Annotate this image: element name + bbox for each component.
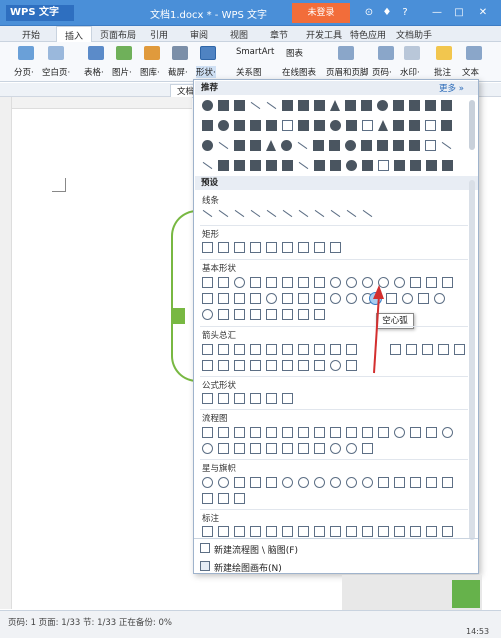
online-chart-button[interactable]: 在线图表 [282, 66, 316, 78]
bracket-stub [171, 308, 185, 324]
screenshot-icon [172, 46, 188, 60]
skin-icon[interactable]: ⊙ [362, 6, 376, 20]
category-callouts: 标注 [202, 514, 220, 524]
basic-shapes-row-2[interactable] [202, 293, 378, 305]
category-stars-banners: 星与旗帜 [202, 464, 237, 474]
tab-sections[interactable]: 章节 [270, 28, 288, 41]
canvas-icon [200, 561, 210, 571]
tab-dev-tools[interactable]: 开发工具 [306, 28, 342, 41]
textbox-button[interactable]: 文本 [462, 66, 479, 78]
category-flowchart: 流程图 [202, 414, 228, 424]
category-rectangles: 矩形 [202, 230, 220, 240]
document-title: 文档1.docx * - WPS 文字 [150, 10, 268, 21]
picture-button[interactable]: 图片· [112, 66, 132, 78]
category-arrows: 箭头总汇 [202, 331, 237, 341]
arrows-row-1[interactable] [202, 344, 362, 356]
document-page[interactable] [14, 110, 194, 610]
flowchart-row-2[interactable] [202, 443, 378, 455]
recommend-row-3[interactable] [202, 140, 457, 152]
chart-button[interactable]: 图表 [286, 47, 303, 59]
recommend-row-1[interactable] [202, 100, 457, 112]
shapes-button[interactable]: 形状· [196, 66, 216, 78]
tab-review[interactable]: 审阅 [190, 28, 208, 41]
header-footer-icon [338, 46, 354, 60]
rectangles-row[interactable] [202, 242, 346, 254]
recommend-scrollbar[interactable] [469, 100, 475, 150]
annotation-arrow [373, 285, 384, 374]
maximize-button[interactable]: □ [452, 6, 466, 20]
arrows-row-2[interactable] [202, 360, 362, 372]
status-bar: 页码: 1 页面: 1/33 节: 1/33 正在备份: 0% 14:53 [0, 610, 501, 638]
flowchart-icon [200, 543, 210, 553]
minimize-button[interactable]: — [430, 6, 444, 20]
header-footer-button[interactable]: 页眉和页脚 [326, 66, 369, 78]
basic-shapes-row-2b[interactable] [386, 293, 450, 305]
basic-shapes-row-1[interactable] [202, 277, 458, 289]
ribbon: 分页· 空白页· 表格· 图片· 图库· 截屏· 形状· SmartArt 图表… [0, 42, 501, 82]
recommend-row-4[interactable] [202, 160, 458, 172]
app-logo[interactable]: WPS 文字 [6, 5, 74, 21]
tab-features[interactable]: 特色应用 [350, 28, 386, 41]
settings-icon[interactable]: ♦ [380, 6, 394, 20]
close-button[interactable]: ✕ [476, 6, 490, 20]
tab-start[interactable]: 开始 [22, 28, 40, 41]
category-lines: 线条 [202, 196, 220, 206]
blank-page-icon [48, 46, 64, 60]
flowchart-row-1[interactable] [202, 427, 458, 439]
login-button[interactable]: 未登录 [292, 3, 350, 23]
stars-row-2[interactable] [202, 493, 250, 505]
tab-view[interactable]: 视图 [230, 28, 248, 41]
tab-page-layout[interactable]: 页面布局 [100, 28, 136, 41]
green-taskbar-icon[interactable] [452, 580, 480, 608]
basic-shapes-row-3[interactable] [202, 309, 330, 321]
new-canvas-item[interactable]: 新建绘图画布(N) [214, 561, 282, 574]
page-number-icon [378, 46, 394, 60]
page-break-icon [18, 46, 34, 60]
title-bar: WPS 文字 文档1.docx * - WPS 文字 未登录 ⊙ ♦ ? — □… [0, 0, 501, 26]
category-basic-shapes: 基本形状 [202, 264, 237, 274]
tab-references[interactable]: 引用 [150, 28, 168, 41]
callouts-row[interactable] [202, 526, 458, 538]
textbox-icon [466, 46, 482, 60]
more-link[interactable]: 更多 » [439, 82, 464, 94]
gallery-button[interactable]: 图库· [140, 66, 160, 78]
recommend-row-2[interactable] [202, 120, 457, 132]
new-flowchart-item[interactable]: 新建流程图 \ 脑图(F) [214, 543, 298, 556]
preset-scrollbar[interactable] [469, 180, 475, 540]
category-equation-shapes: 公式形状 [202, 381, 237, 391]
preset-header: 预设 [195, 176, 478, 190]
vertical-ruler [0, 97, 12, 609]
tab-insert[interactable]: 插入 [56, 26, 93, 43]
smartart-button[interactable]: SmartArt [236, 47, 274, 57]
picture-icon [116, 46, 132, 60]
table-icon [88, 46, 104, 60]
help-icon[interactable]: ? [398, 6, 412, 20]
page-break-button[interactable]: 分页· [14, 66, 34, 78]
shapes-panel: 推荐 更多 » 预设 线条 矩形 基本形状 空心弧 箭头总汇 公式形状 流程图 … [193, 79, 479, 574]
watermark-icon [404, 46, 420, 60]
gallery-icon [144, 46, 160, 60]
watermark-button[interactable]: 水印· [400, 66, 420, 78]
equation-shapes-row[interactable] [202, 393, 298, 405]
arrows-row-1b[interactable] [390, 344, 470, 356]
relation-chart-button[interactable]: 关系图 [236, 66, 262, 78]
menu-bar: 开始 插入 页面布局 引用 审阅 视图 章节 开发工具 特色应用 文档助手 [0, 26, 501, 43]
page-number-button[interactable]: 页码· [372, 66, 392, 78]
screenshot-button[interactable]: 截屏· [168, 66, 188, 78]
recommend-header: 推荐 [195, 81, 478, 95]
comment-icon [436, 46, 452, 60]
comment-button[interactable]: 批注 [434, 66, 451, 78]
clock: 14:53 [466, 627, 490, 636]
horizontal-ruler [12, 97, 192, 109]
stars-row-1[interactable] [202, 477, 458, 489]
shapes-icon [200, 46, 216, 60]
tab-doc-assistant[interactable]: 文档助手 [396, 28, 432, 41]
lines-row[interactable] [202, 208, 378, 220]
table-button[interactable]: 表格· [84, 66, 104, 78]
blank-page-button[interactable]: 空白页· [42, 66, 70, 78]
margin-corner-mark [52, 178, 66, 192]
status-text: 页码: 1 页面: 1/33 节: 1/33 正在备份: 0% [8, 618, 172, 628]
